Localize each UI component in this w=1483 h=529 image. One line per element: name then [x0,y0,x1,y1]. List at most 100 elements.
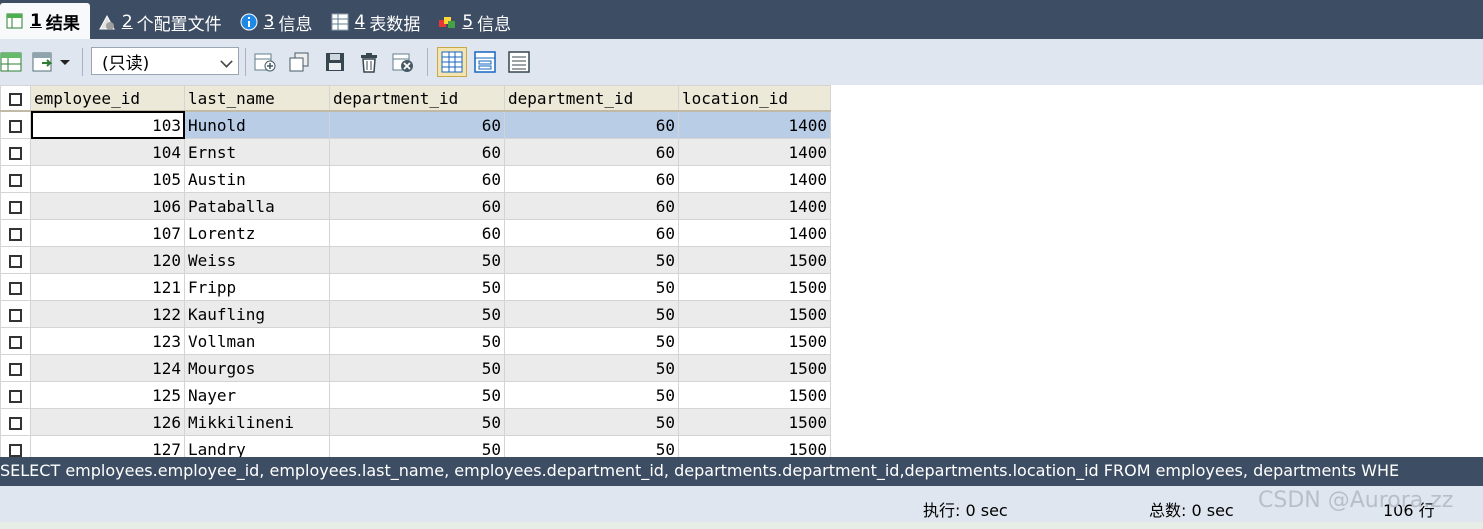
table-row[interactable]: 105 Austin 60 60 1400 [0,165,831,193]
table-cell[interactable]: 50 [504,354,679,382]
cancel-changes-icon[interactable] [392,51,414,73]
table-cell[interactable]: 50 [329,354,505,382]
table-cell[interactable]: 1500 [678,273,831,301]
table-cell[interactable]: Landry [184,435,330,457]
table-cell[interactable]: 122 [30,300,185,328]
tab-profiles[interactable]: 2 个配置文件 [92,5,232,39]
table-cell[interactable]: 125 [30,381,185,409]
column-header[interactable]: department_id [329,85,505,112]
row-checkbox[interactable] [0,192,31,220]
tab-history-info[interactable]: 5 信息 [432,5,521,39]
column-header[interactable]: employee_id [30,85,185,112]
table-cell[interactable]: Pataballa [184,192,330,220]
table-cell[interactable]: 60 [329,192,505,220]
table-cell[interactable]: 103 [30,110,185,139]
table-cell[interactable]: 1500 [678,354,831,382]
table-cell[interactable]: 50 [504,408,679,436]
table-cell[interactable]: 1400 [678,165,831,193]
table-cell[interactable]: 60 [329,138,505,166]
row-checkbox[interactable] [0,273,31,301]
table-cell[interactable]: 50 [329,300,505,328]
grid-view-icon[interactable] [0,51,22,73]
table-cell[interactable]: 50 [329,246,505,274]
chevron-down-icon[interactable] [58,51,72,73]
select-all-checkbox[interactable] [0,85,31,112]
table-cell[interactable]: 1400 [678,110,831,139]
row-checkbox[interactable] [0,246,31,274]
table-cell[interactable]: 105 [30,165,185,193]
table-row[interactable]: 120 Weiss 50 50 1500 [0,246,831,274]
table-cell[interactable]: 1400 [678,138,831,166]
export-icon[interactable] [32,51,54,73]
table-row[interactable]: 127 Landry 50 50 1500 [0,435,831,457]
row-checkbox[interactable] [0,219,31,247]
table-cell[interactable]: 1500 [678,300,831,328]
table-row[interactable]: 123 Vollman 50 50 1500 [0,327,831,355]
column-header[interactable]: location_id [678,85,831,112]
table-cell[interactable]: Weiss [184,246,330,274]
table-row[interactable]: 122 Kaufling 50 50 1500 [0,300,831,328]
table-cell[interactable]: 50 [504,273,679,301]
duplicate-row-icon[interactable] [288,51,310,73]
row-checkbox[interactable] [0,435,31,457]
table-cell[interactable]: 50 [329,273,505,301]
table-row[interactable]: 125 Nayer 50 50 1500 [0,381,831,409]
tab-table-data[interactable]: 4 表数据 [325,5,431,39]
table-cell[interactable]: 1500 [678,408,831,436]
row-checkbox[interactable] [0,165,31,193]
row-checkbox[interactable] [0,327,31,355]
table-cell[interactable]: Nayer [184,381,330,409]
table-cell[interactable]: 107 [30,219,185,247]
row-checkbox[interactable] [0,138,31,166]
table-cell[interactable]: 1500 [678,246,831,274]
table-cell[interactable]: Fripp [184,273,330,301]
row-checkbox[interactable] [0,354,31,382]
table-cell[interactable]: 50 [329,408,505,436]
save-icon[interactable] [324,51,346,73]
table-cell[interactable]: 60 [504,110,679,139]
row-checkbox[interactable] [0,408,31,436]
table-row[interactable]: 106 Pataballa 60 60 1400 [0,192,831,220]
edit-mode-select[interactable]: (只读) [91,47,239,75]
table-cell[interactable]: 50 [504,435,679,457]
table-cell[interactable]: Mikkilineni [184,408,330,436]
tab-messages[interactable]: 3 信息 [234,5,323,39]
row-checkbox[interactable] [0,381,31,409]
table-cell[interactable]: 60 [329,110,505,139]
table-cell[interactable]: 50 [504,300,679,328]
table-cell[interactable]: 50 [329,327,505,355]
table-cell[interactable]: 60 [504,192,679,220]
table-cell[interactable]: 120 [30,246,185,274]
text-mode-icon[interactable] [508,51,530,73]
table-cell[interactable]: 1500 [678,327,831,355]
table-cell[interactable]: Kaufling [184,300,330,328]
table-row[interactable]: 121 Fripp 50 50 1500 [0,273,831,301]
table-cell[interactable]: 60 [504,138,679,166]
row-checkbox[interactable] [0,300,31,328]
table-cell[interactable]: 50 [329,381,505,409]
table-row[interactable]: 107 Lorentz 60 60 1400 [0,219,831,247]
table-cell[interactable]: 50 [504,381,679,409]
table-cell[interactable]: 60 [504,219,679,247]
table-row[interactable]: 126 Mikkilineni 50 50 1500 [0,408,831,436]
table-cell[interactable]: 60 [504,165,679,193]
table-row[interactable]: 104 Ernst 60 60 1400 [0,138,831,166]
table-cell[interactable]: 127 [30,435,185,457]
grid-mode-icon[interactable] [437,47,467,77]
form-mode-icon[interactable] [474,51,496,73]
table-cell[interactable]: Lorentz [184,219,330,247]
table-cell[interactable]: 60 [329,219,505,247]
table-cell[interactable]: Austin [184,165,330,193]
table-cell[interactable]: 104 [30,138,185,166]
table-cell[interactable]: Hunold [184,110,330,139]
table-cell[interactable]: 1400 [678,192,831,220]
table-cell[interactable]: 106 [30,192,185,220]
column-header[interactable]: department_id [504,85,679,112]
table-row[interactable]: 124 Mourgos 50 50 1500 [0,354,831,382]
table-cell[interactable]: 123 [30,327,185,355]
table-cell[interactable]: Ernst [184,138,330,166]
table-cell[interactable]: 121 [30,273,185,301]
delete-icon[interactable] [358,51,380,73]
table-cell[interactable]: 60 [329,165,505,193]
tab-results[interactable]: 1 结果 [0,3,90,39]
